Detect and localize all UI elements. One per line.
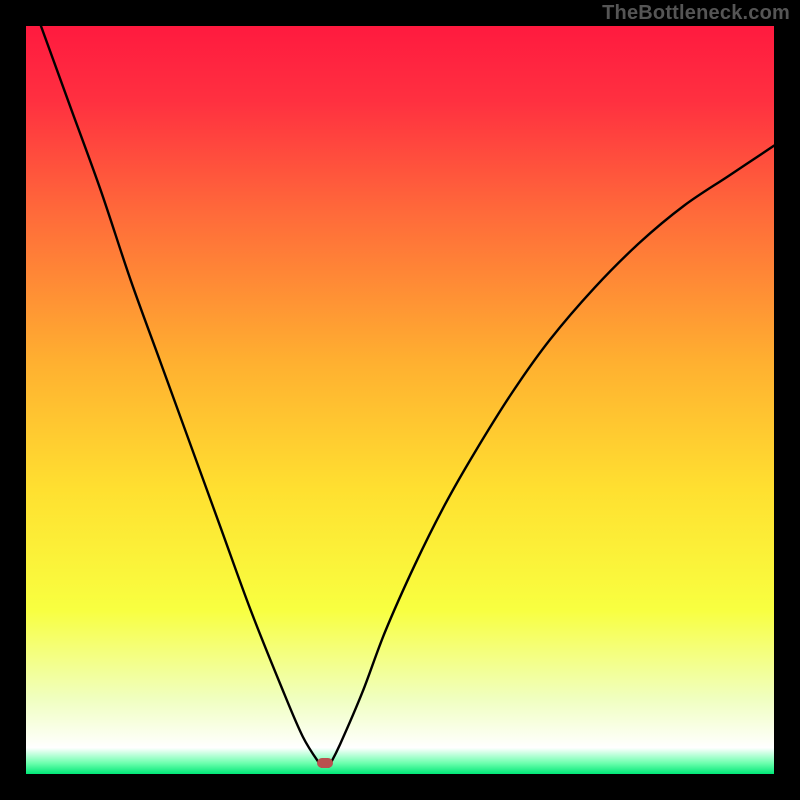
gradient-background [26, 26, 774, 774]
watermark-text: TheBottleneck.com [602, 2, 790, 25]
plot-area [26, 26, 774, 774]
chart-svg [26, 26, 774, 774]
chart-frame: TheBottleneck.com [0, 0, 800, 800]
minimum-marker [317, 758, 333, 768]
